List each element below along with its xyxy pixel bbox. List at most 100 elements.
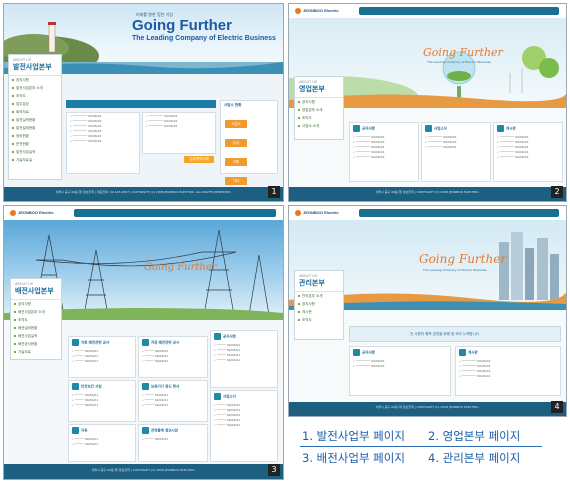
panel-number: 2 — [551, 186, 563, 198]
content-box: 사업소식 • ───── 09/06/01 • ───── 09/06/01 •… — [210, 390, 278, 462]
sidebar-item[interactable]: 영업본부 소개 — [295, 106, 343, 114]
hero-subtitle: The Leading Company of Electric Business — [427, 60, 491, 64]
top-bar: JEONBOO Electric 회사소개 사업분야 해외사업분야 고객센터 — [289, 206, 566, 225]
sidebar-item[interactable]: 공지사항 — [9, 76, 61, 84]
notice-icon — [214, 333, 221, 340]
sidebar-item[interactable]: 발전설비현황 — [9, 124, 61, 132]
sidebar-item[interactable]: 운전현황 — [9, 140, 61, 148]
statistics-icon — [142, 427, 149, 434]
caption-row: 1. 발전사업부 페이지 2. 영업본부 페이지 — [300, 428, 542, 445]
sidebar-item[interactable]: 조직도 — [9, 92, 61, 100]
footer: 서울시 중구 00동 ㈜ 정보전력 | 대표전화: 02-123-4567 | … — [4, 187, 283, 201]
board-icon — [459, 349, 466, 356]
sidebar-title: 영업본부 — [295, 84, 343, 98]
logo: JEONBOO Electric — [10, 210, 54, 216]
list-item[interactable]: • ──────── 09/06/01 — [422, 144, 490, 149]
caption-row: 3. 배전사업부 페이지 4. 관리본부 페이지 — [300, 450, 542, 467]
sidebar-item[interactable]: 발전사업본부 소개 — [9, 84, 61, 92]
sidebar-item[interactable]: 배전사업실적 — [11, 332, 61, 340]
caption-divider — [300, 446, 542, 447]
content-box: 보유기기 정도 현사 • ───── 09/06/01 • ───── 09/0… — [138, 380, 208, 422]
list-item[interactable]: • ──────── 09/06/01 — [456, 373, 560, 378]
hero-title: Going Further — [144, 262, 217, 273]
sidebar-item[interactable]: 관리본부 소개 — [295, 292, 343, 300]
list-item[interactable]: • ──────── 09/06/01 — [350, 363, 450, 368]
status-box: 사업소 현황 사업소 본사 지원 기타 — [220, 100, 278, 185]
sidebar-item[interactable]: 게시판 — [295, 308, 343, 316]
content-box: 공지사항 • ───── 09/06/01 • ───── 09/06/01 •… — [210, 330, 278, 388]
list-item[interactable]: • ───── 09/06/01 — [69, 358, 135, 363]
sidebar-item[interactable]: 발전사업실적 — [9, 148, 61, 156]
content-box: 공지사항 • ──────── 09/06/01 • ──────── 09/0… — [349, 346, 451, 396]
logo: JEONBOO Electric — [295, 8, 339, 14]
list-item[interactable]: • ───── 09/06/01 — [69, 402, 135, 407]
list-item[interactable]: • ───── 09/06/01 — [211, 357, 277, 362]
caption-item: 3. 배전사업부 페이지 — [302, 451, 405, 465]
list-item[interactable]: • ──────── 09/06/01 — [67, 138, 139, 143]
status-buttons: 사업소 본사 지원 기타 — [221, 110, 277, 186]
content-box: 안전보건 사업 • ───── 09/06/01 • ───── 09/06/0… — [68, 380, 136, 422]
panel-1-generation-page: 미래를 향한 힘찬 기업 Going Further The Leading C… — [3, 3, 284, 202]
sidebar: ABOUT US 배전사업본부 공지사항 배전사업본부 소개 조직도 배전설비현… — [10, 278, 62, 360]
sidebar: ABOUT US 영업본부 공지사항 영업본부 소개 조직도 사업소 소개 — [294, 76, 344, 140]
list-item[interactable]: • ───── 09/06/01 — [211, 422, 277, 427]
main-nav: 회사소개 사업분야 해외사업분야 고객센터 — [359, 209, 559, 225]
sidebar-item[interactable]: 공지사항 — [295, 300, 343, 308]
sidebar-item[interactable]: 배전공사현황 — [11, 340, 61, 348]
logo-mark-icon — [295, 210, 301, 216]
status-button[interactable]: 기타 — [225, 177, 247, 185]
board-icon — [497, 125, 504, 132]
sidebar-item[interactable]: 기술자료 — [11, 348, 61, 356]
sidebar-item[interactable]: 회의자료 — [9, 108, 61, 116]
footer: 서울시 중구 00동 ㈜ 정보전력 | COPYRIGHT (C) 2008 J… — [4, 464, 283, 479]
main-nav: 회사소개 사업분야 해외사업분야 고객센터 — [74, 209, 276, 225]
sidebar-item[interactable]: 정비현황 — [9, 132, 61, 140]
sidebar: ABOUT US 관리본부 관리본부 소개 공지사항 게시판 조직도 — [294, 270, 344, 340]
footer: 서울시 중구 00동 ㈜ 정보전력 | COPYRIGHT (C) 2008 J… — [289, 187, 566, 201]
sidebar-item[interactable]: 조직도 — [295, 114, 343, 122]
hero-subtitle: The Leading Company of Electric Business — [132, 35, 276, 42]
box-title: 공지사항 — [362, 126, 375, 131]
box-title: 안전보건 사업 — [81, 384, 102, 389]
status-button[interactable]: 지원 — [225, 158, 247, 166]
panel-number: 3 — [268, 464, 280, 476]
panel-4-management-page: JEONBOO Electric 회사소개 사업분야 해외사업분야 고객센터 G… — [288, 205, 567, 417]
box-title: 자유 — [81, 428, 88, 433]
sidebar-title: 배전사업본부 — [11, 286, 61, 300]
sidebar-item[interactable]: 사업소 소개 — [295, 122, 343, 130]
list-item[interactable]: • ──────── 09/06/01 — [350, 154, 418, 159]
sidebar: ABOUT US 발전사업본부 공지사항 발전사업본부 소개 조직도 업무분장 … — [8, 54, 62, 180]
footer-text: 서울시 중구 00동 ㈜ 정보전력 | COPYRIGHT (C) 2008 J… — [375, 405, 480, 409]
hero-subtitle: The Leading Company of Electric Business — [423, 268, 487, 272]
sidebar-label-en: ABOUT US — [299, 274, 318, 278]
sidebar-item[interactable]: 배전설비현황 — [11, 324, 61, 332]
logo-mark-icon — [10, 210, 16, 216]
sidebar-item[interactable]: 기술자료실 — [9, 156, 61, 164]
box-title: 전력통계 정보시장 — [151, 428, 178, 433]
content-box: 게시판 • ──────── 09/06/01 • ──────── 09/06… — [493, 122, 563, 182]
box-title: 게시판 — [506, 126, 516, 131]
sidebar-item[interactable]: 공지사항 — [11, 300, 61, 308]
content-box: 공지사항 • ──────── 09/06/01 • ──────── 09/0… — [349, 122, 419, 182]
status-button[interactable]: 사업소 — [225, 120, 247, 128]
box-title: 보유기기 정도 현사 — [151, 384, 180, 389]
document-icon — [142, 339, 149, 346]
equipment-icon — [142, 383, 149, 390]
list-item[interactable]: • ───── 09/06/01 — [69, 441, 135, 446]
status-button[interactable]: 본사 — [225, 139, 247, 147]
list-item[interactable]: • ──────── 09/06/01 — [494, 154, 562, 159]
list-item[interactable]: • ──────── 09/06/01 — [143, 123, 215, 128]
sidebar-title: 관리본부 — [295, 278, 343, 292]
sidebar-item[interactable]: 업무분장 — [9, 100, 61, 108]
sidebar-item[interactable]: 조직도 — [11, 316, 61, 324]
link-button[interactable]: 업무협력사례 — [184, 156, 214, 163]
list-item[interactable]: • ───── 09/06/01 — [139, 402, 207, 407]
list-item[interactable]: • ───── 09/06/01 — [139, 358, 207, 363]
sidebar-item[interactable]: 조직도 — [295, 316, 343, 324]
caption-item: 4. 관리본부 페이지 — [428, 451, 521, 465]
content-box: 전력통계 정보시장 • ───── 09/06/01 — [138, 424, 208, 462]
list-item[interactable]: • ───── 09/06/01 — [139, 436, 207, 441]
sidebar-item[interactable]: 발전실적현황 — [9, 116, 61, 124]
sidebar-item[interactable]: 배전사업본부 소개 — [11, 308, 61, 316]
sidebar-item[interactable]: 공지사항 — [295, 98, 343, 106]
